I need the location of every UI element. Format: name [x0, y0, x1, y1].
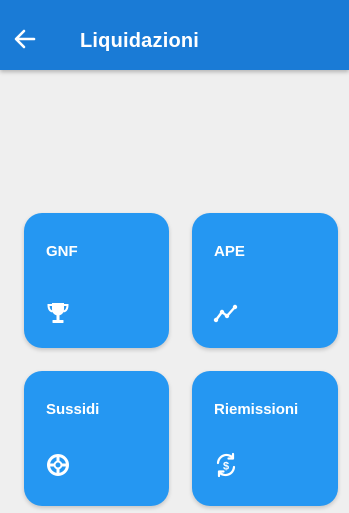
tile-sussidi[interactable]: Sussidi — [24, 371, 169, 506]
arrow-left-icon — [14, 29, 36, 49]
trend-line-icon — [213, 304, 238, 323]
lifebuoy-icon — [47, 454, 69, 476]
tile-label-ape: APE — [214, 243, 245, 260]
tile-label-riemissioni: Riemissioni — [214, 401, 299, 418]
trophy-icon — [47, 303, 69, 323]
tile-label-sussidi: Sussidi — [46, 401, 100, 418]
tile-label-gnf: GNF — [46, 243, 78, 260]
back-button[interactable] — [12, 26, 38, 52]
app-bar: Liquidazioni — [0, 0, 349, 70]
tile-riemissioni[interactable]: Riemissioni $ — [192, 371, 338, 506]
svg-text:$: $ — [223, 461, 229, 473]
tile-ape[interactable]: APE — [192, 213, 338, 348]
page-title: Liquidazioni — [80, 30, 200, 52]
currency-exchange-icon: $ — [216, 452, 236, 478]
tile-gnf[interactable]: GNF — [24, 213, 169, 348]
